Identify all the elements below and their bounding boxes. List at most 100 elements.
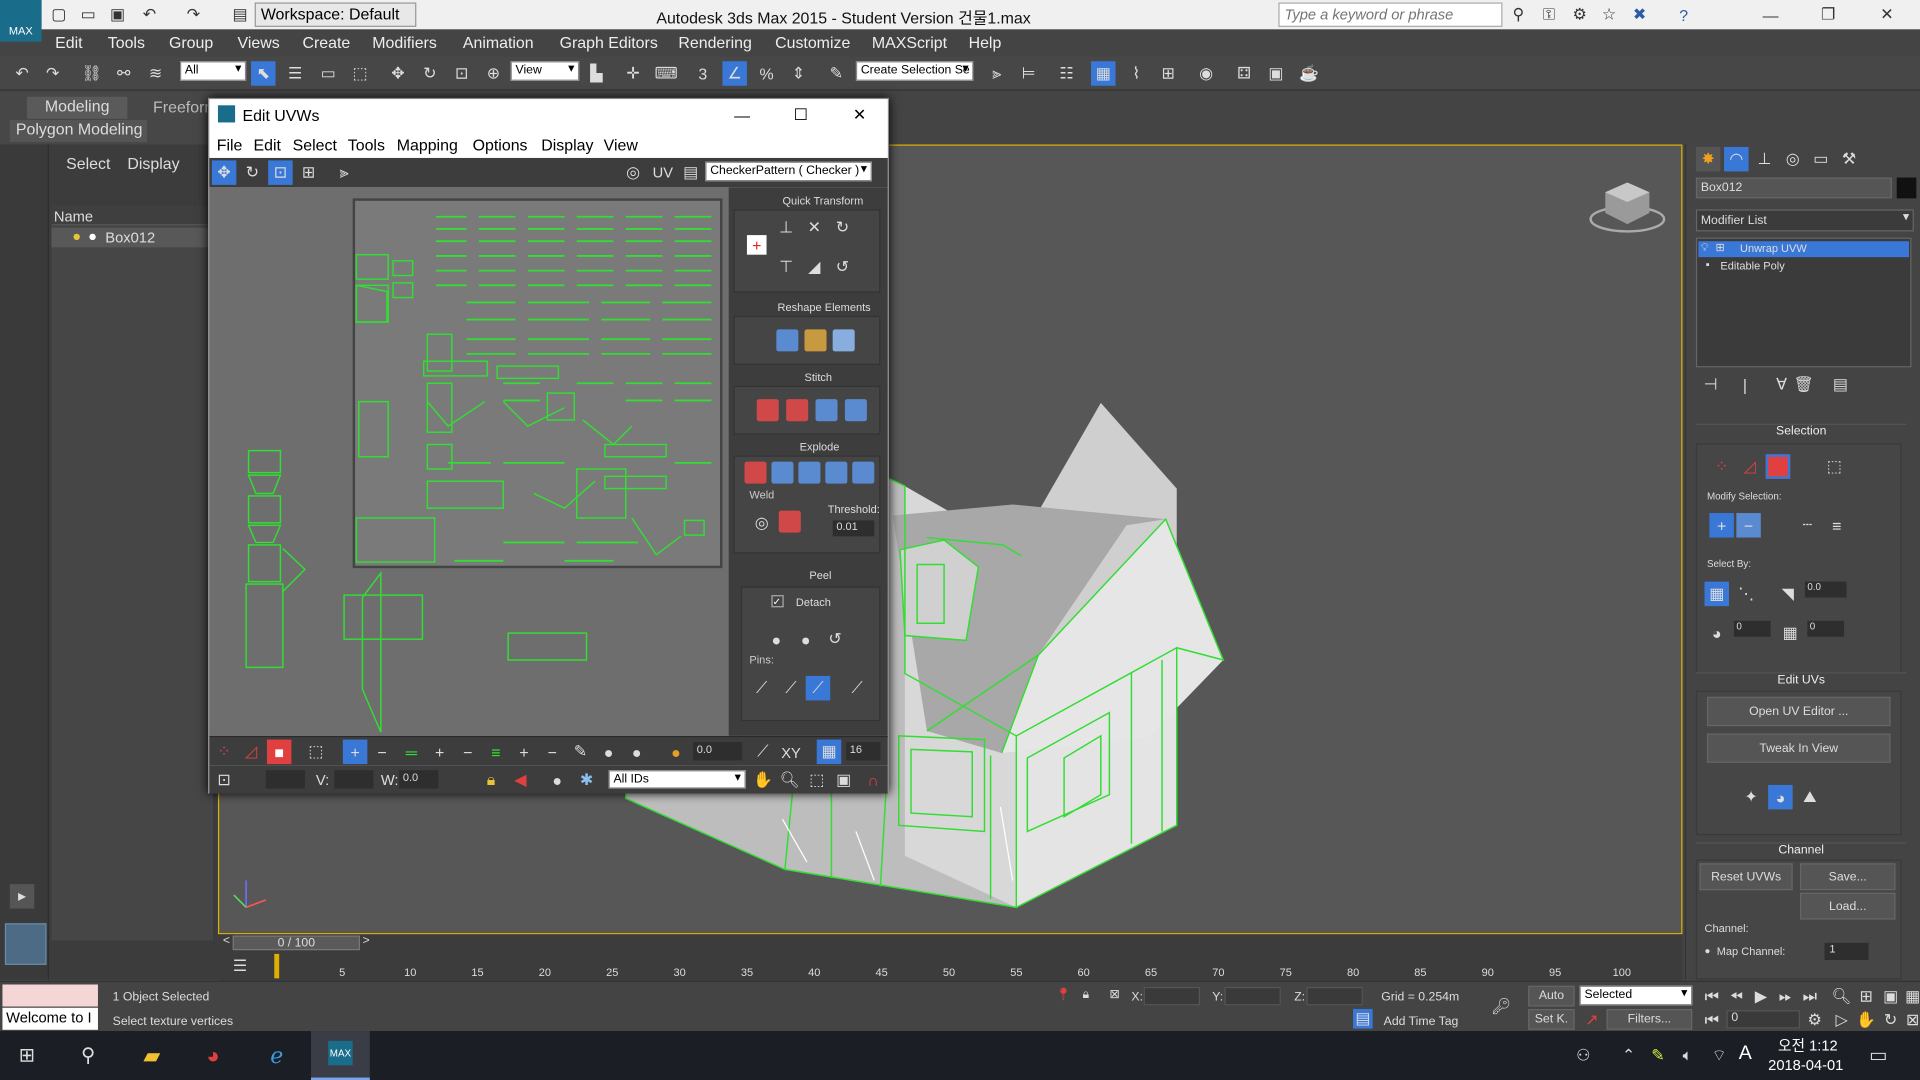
3dsmax-taskbar-button[interactable]: MAX [311,1031,370,1080]
pen-icon[interactable]: ✎ [1646,1043,1670,1067]
ribbon-tab-modeling[interactable]: Modeling [26,96,128,119]
bind-spacewarp-icon[interactable]: ≋ [143,61,167,85]
explorer-expand-icon[interactable]: ▸ [9,884,35,909]
selection-rollout-header[interactable]: Selection [1695,423,1907,441]
map-channel-spinner[interactable]: 1 [1824,942,1869,961]
reset-uvws-button[interactable]: Reset UVWs [1699,863,1793,891]
close-icon[interactable]: ✕ [1875,2,1899,26]
explode-to-icon[interactable] [852,461,875,484]
menu-group[interactable]: Group [169,33,213,51]
visibility-icon[interactable]: ● [88,228,97,245]
menu-maxscript[interactable]: MAXScript [872,33,947,51]
new-file-icon[interactable]: ▢ [47,2,71,26]
notification-icon[interactable]: ▭ [1866,1043,1890,1067]
ring-icon[interactable]: ≡ [484,740,508,764]
prev-frame-icon[interactable]: ⏪︎ [1724,984,1748,1008]
pivot-icon[interactable]: ▙ [584,61,608,85]
y-coord-field[interactable] [1224,986,1281,1006]
rect-region-icon[interactable]: ▭ [316,61,340,85]
matid-spinner[interactable]: 0 [1807,620,1845,637]
straighten-icon[interactable]: ◢ [802,255,826,279]
key-icon[interactable]: ⚿ [1537,2,1561,26]
grow-ring-icon[interactable]: + [512,740,536,764]
rotate-icon[interactable]: ↻ [418,61,442,85]
selection-lock-icon[interactable]: 🔒︎ [1082,988,1089,1001]
create-tab-icon[interactable]: ✸ [1695,146,1721,172]
loop-icon[interactable]: ═ [399,740,423,764]
quick-transform-header[interactable]: Quick Transform [782,195,863,207]
sel-by-matid-icon[interactable]: ▦ [1778,621,1802,645]
uv-tweak-icon[interactable]: ✦ [1739,785,1763,809]
menu-create[interactable]: Create [302,33,350,51]
menu-customize[interactable]: Customize [775,33,850,51]
menu-modifiers[interactable]: Modifiers [372,33,437,51]
uv-relax-icon[interactable]: ◕ [1768,784,1793,810]
material-ids-dropdown[interactable]: All IDs [608,770,746,789]
undo-icon[interactable]: ↶ [137,2,161,26]
modify-tab-icon[interactable]: ◠ [1724,146,1749,172]
object-color-swatch[interactable] [1896,177,1917,199]
ring-sel-icon[interactable]: ≡ [1824,513,1848,537]
render-setup-icon[interactable]: ⚃ [1232,61,1256,85]
menu-help[interactable]: Help [969,33,1002,51]
play-icon[interactable]: ▶ [1749,984,1773,1008]
shrink-loop-icon[interactable]: − [456,740,480,764]
move-icon[interactable]: ✥ [386,61,410,85]
align-horizontal-icon[interactable]: ⊥ [774,216,798,240]
maxscript-listener[interactable]: Welcome to I [2,1007,98,1030]
time-config-icon[interactable]: ⚙ [1802,1008,1826,1032]
set-key-button[interactable]: Set K. [1528,1008,1575,1030]
go-end-icon[interactable]: ⏭ [1798,984,1822,1008]
fov-icon[interactable]: ▷ [1829,1008,1853,1032]
open-file-icon[interactable]: ▭ [76,2,100,26]
workspace-dropdown[interactable]: Workspace: Default [254,2,417,27]
threshold-spinner[interactable]: 0.01 [832,520,875,537]
window-crossing-icon[interactable]: ⬚ [348,61,372,85]
object-name-field[interactable]: Box012 [1695,177,1892,199]
w-spinner[interactable]: 0.0 [399,770,439,789]
checker-dropdown[interactable]: CheckerPattern ( Checker ) [705,161,872,182]
uv-map-icon[interactable]: ▤ [678,160,702,184]
default-tangent-icon[interactable]: ↗ [1580,1008,1604,1032]
rotate-minus-90-icon[interactable]: ↺ [830,255,854,279]
weld-selected-icon[interactable] [778,510,801,533]
stitch-header[interactable]: Stitch [804,371,832,383]
explorer-layer-icon[interactable] [4,923,47,965]
shrink-selection-icon[interactable]: − [370,740,394,764]
modifier-list-dropdown[interactable]: Modifier List [1695,209,1914,232]
grow-selection-icon[interactable]: + [342,739,368,765]
minimize-icon[interactable]: — [1758,2,1782,26]
select-overlap-icon[interactable]: ⋱ [1734,582,1758,606]
uv-rotate-icon[interactable]: ↻ [240,160,264,184]
pin-selected-icon[interactable]: ⟋ [749,676,773,700]
select-object-icon[interactable]: ⬉ [251,61,276,86]
link-icon[interactable]: ⛓ [80,61,104,85]
zoom-region-icon[interactable]: ⬚ [804,768,828,792]
detach-checkbox[interactable]: ✓ [771,595,784,608]
stack-item-unwrap[interactable]: 💡︎ ⊞ Unwrap UVW [1698,241,1909,258]
light-bulb-icon[interactable]: ● [72,228,81,245]
schematic-view-icon[interactable]: ⊞ [1156,61,1180,85]
set-key-icon[interactable]: 🔑︎ [1489,994,1513,1018]
isolate-toggle-icon[interactable]: 📍︎ [1056,988,1072,1001]
menu-views[interactable]: Views [238,33,280,51]
bulb-icon[interactable]: 💡︎ [1701,241,1709,254]
explorer-column-header[interactable]: Name [51,205,214,226]
help-icon[interactable]: ? [1671,2,1695,26]
next-frame-icon[interactable]: ⏩︎ [1773,984,1797,1008]
menu-edit[interactable]: Edit [55,33,82,51]
grid-number-spinner[interactable]: 16 [846,742,881,761]
maximize-viewport-icon[interactable]: ⊠ [1900,1008,1920,1032]
selection-filter[interactable]: All [180,61,247,81]
map-channel-radio[interactable]: ● [1704,945,1710,956]
edit-uvs-header[interactable]: Edit UVs [1695,672,1907,689]
uvw-maximize-icon[interactable]: ☐ [789,103,813,127]
rendered-frame-icon[interactable]: ▣ [1264,61,1288,85]
pin-stack-icon[interactable]: ⊣ [1698,372,1722,396]
sel-vertex-icon[interactable]: ⁘ [1709,454,1733,478]
isolate-icon[interactable]: ● [545,768,569,792]
graphite-toggle-icon[interactable]: ▦ [1091,61,1116,86]
utilities-tab-icon[interactable]: ⚒ [1837,147,1861,171]
ribbon-panel-polygon-modeling[interactable]: Polygon Modeling [9,120,147,143]
restore-icon[interactable]: ❐ [1816,2,1840,26]
